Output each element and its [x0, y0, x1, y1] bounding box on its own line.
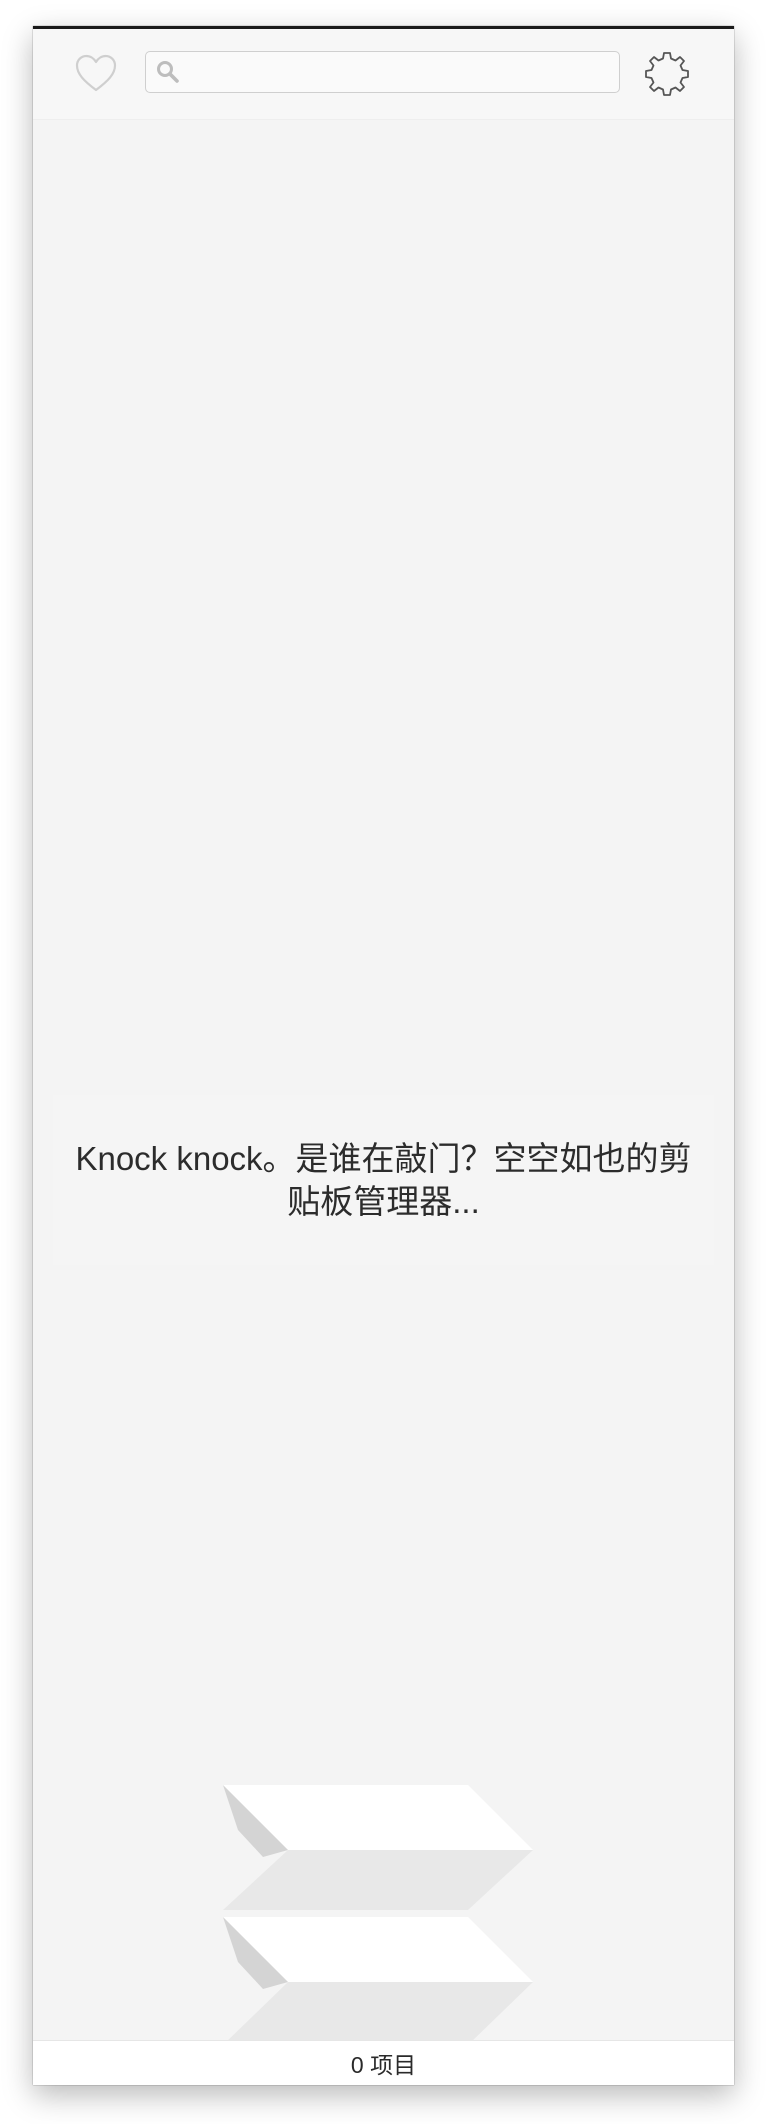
- app-window: Knock knock。是谁在敲门？空空如也的剪贴板管理器... 0 项目: [33, 26, 734, 2085]
- settings-button[interactable]: [643, 49, 691, 97]
- status-bar: 0 项目: [33, 2040, 734, 2085]
- empty-state-text: Knock knock。是谁在敲门？空空如也的剪贴板管理器...: [75, 1140, 692, 1220]
- heart-icon: [75, 54, 117, 92]
- toolbar: [33, 29, 734, 120]
- item-count: 0 项目: [350, 2052, 417, 2078]
- search-icon: [157, 61, 179, 83]
- app-logo-icon: [223, 1785, 533, 2045]
- empty-state-message: Knock knock。是谁在敲门？空空如也的剪贴板管理器...: [53, 1095, 714, 1265]
- clipboard-list-area: Knock knock。是谁在敲门？空空如也的剪贴板管理器...: [33, 120, 734, 2045]
- favorites-button[interactable]: [73, 51, 119, 97]
- gear-icon: [645, 52, 689, 96]
- search-box[interactable]: [145, 51, 620, 93]
- search-input[interactable]: [184, 52, 618, 92]
